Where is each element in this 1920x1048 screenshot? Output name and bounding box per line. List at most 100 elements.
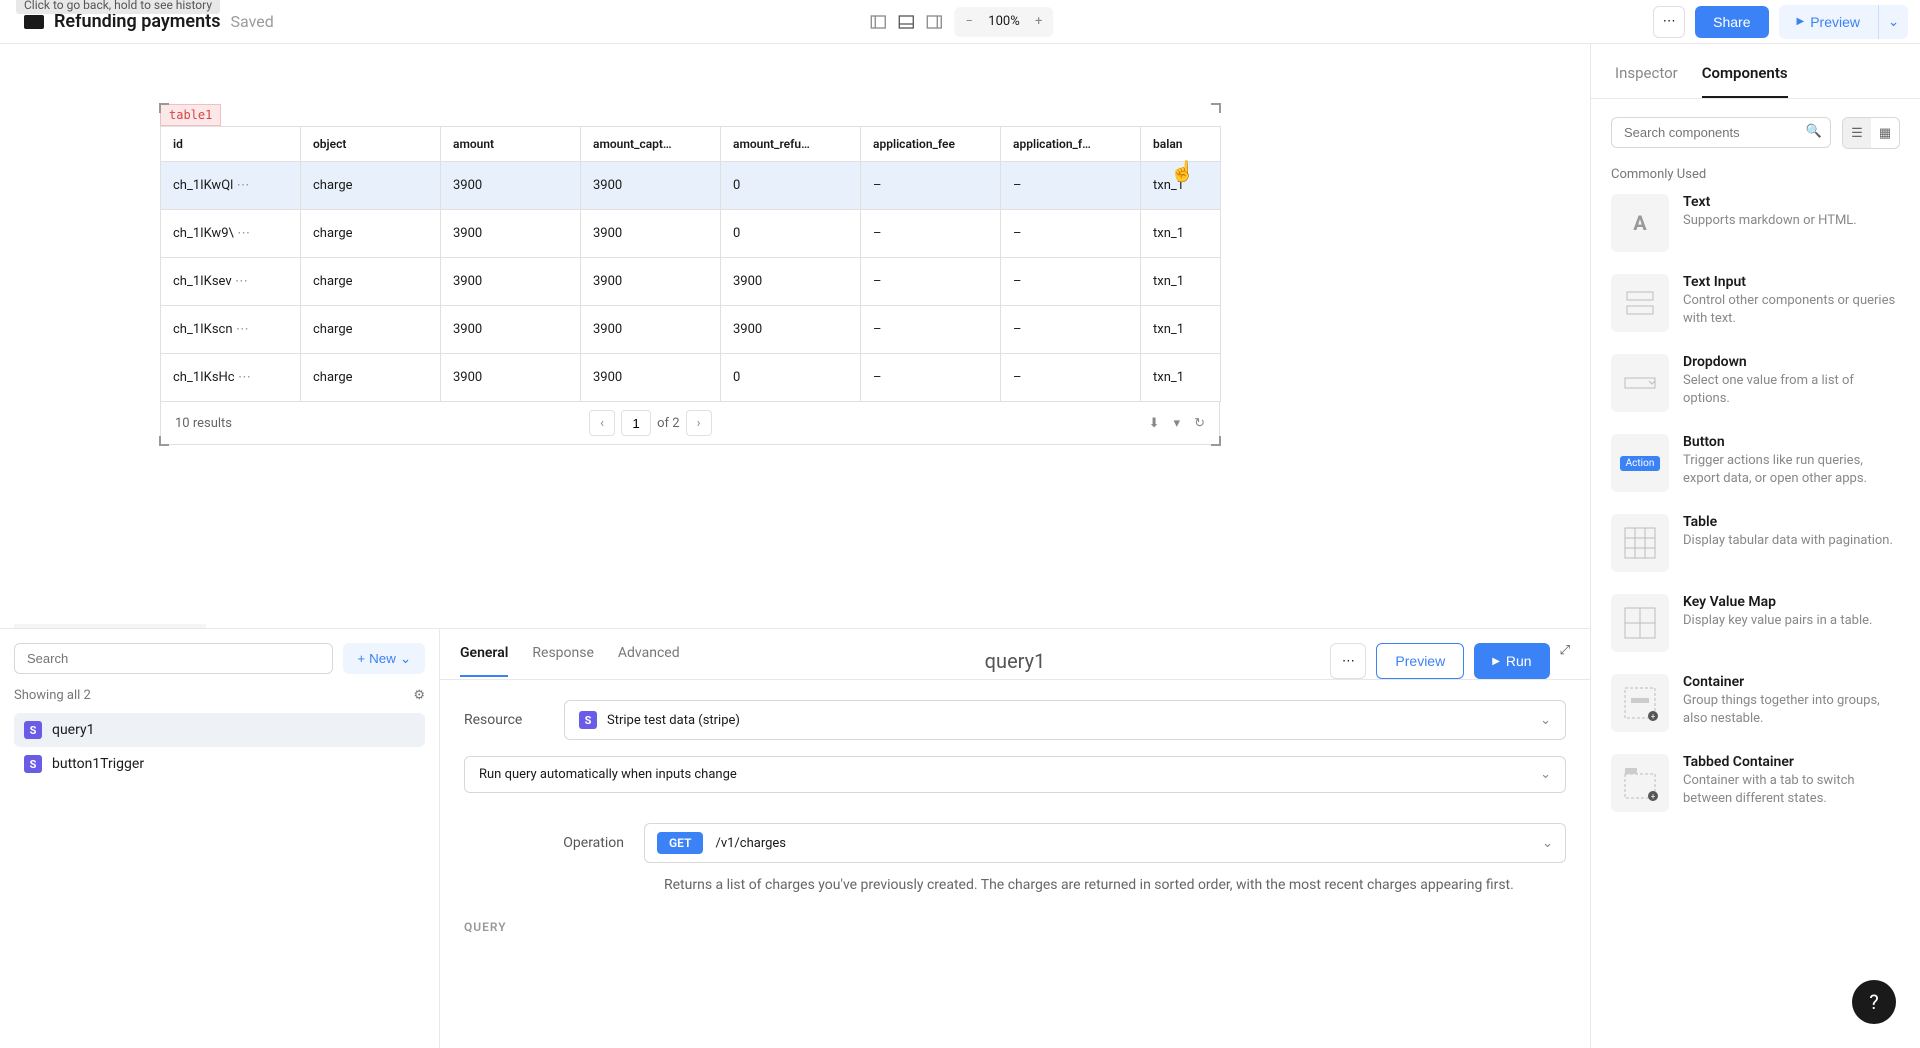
col-application-fee[interactable]: application_fee — [861, 127, 1001, 162]
component-thumb-icon: Action — [1611, 434, 1669, 492]
chevron-down-icon: ⌄ — [1540, 713, 1551, 728]
run-mode-select[interactable]: Run query automatically when inputs chan… — [464, 756, 1566, 793]
page-icon — [24, 15, 44, 29]
cursor-icon: ☝ — [1170, 159, 1195, 183]
component-item[interactable]: ATextSupports markdown or HTML. — [1611, 194, 1900, 252]
svg-text:+: + — [1651, 792, 1656, 801]
status-toast: All queries completed. — [14, 624, 206, 628]
resource-label: Resource — [464, 712, 564, 728]
query-run-button[interactable]: ▶Run — [1474, 643, 1549, 679]
chevron-down-icon: ⌄ — [400, 651, 411, 667]
col-id[interactable]: id — [161, 127, 301, 162]
col-balance[interactable]: balan — [1141, 127, 1221, 162]
query-list-item[interactable]: Sbutton1Trigger — [14, 747, 425, 781]
preview-button[interactable]: ▶Preview — [1779, 5, 1879, 39]
query-more-button[interactable]: ⋯ — [1330, 643, 1366, 679]
component-thumb-icon — [1611, 274, 1669, 332]
stripe-icon: S — [579, 711, 597, 729]
method-badge: GET — [657, 832, 703, 854]
stripe-icon: S — [24, 721, 42, 739]
component-tag[interactable]: table1 — [160, 104, 221, 126]
resize-handle-bl[interactable] — [159, 436, 169, 446]
refresh-icon[interactable]: ↻ — [1194, 416, 1205, 431]
col-application-f[interactable]: application_f… — [1001, 127, 1141, 162]
results-count: 10 results — [175, 416, 232, 431]
stripe-icon: S — [24, 755, 42, 773]
resource-select[interactable]: S Stripe test data (stripe) ⌄ — [564, 700, 1566, 740]
component-item[interactable]: ActionButtonTrigger actions like run que… — [1611, 434, 1900, 492]
operation-label: Operation — [464, 835, 644, 851]
table-component[interactable]: table1 id object amount amount_capt… amo… — [160, 104, 1220, 445]
chevron-down-icon: ⌄ — [1542, 836, 1553, 851]
component-item[interactable]: +ContainerGroup things together into gro… — [1611, 674, 1900, 732]
section-commonly-used: Commonly Used — [1611, 167, 1900, 182]
back-tooltip: Click to go back, hold to see history — [16, 0, 220, 14]
filter-settings-icon[interactable]: ⚙ — [413, 688, 425, 703]
layout-right-panel-icon[interactable] — [922, 10, 946, 34]
tab-components[interactable]: Components — [1702, 64, 1788, 98]
share-button[interactable]: Share — [1695, 6, 1768, 38]
new-query-button[interactable]: + New ⌄ — [343, 643, 425, 674]
component-item[interactable]: +Tabbed ContainerContainer with a tab to… — [1611, 754, 1900, 812]
tab-advanced[interactable]: Advanced — [618, 645, 680, 677]
download-icon[interactable]: ⬇ — [1149, 416, 1160, 431]
resize-handle-br[interactable] — [1211, 436, 1221, 446]
query-section-heading: QUERY — [464, 920, 1566, 934]
component-item[interactable]: Text InputControl other components or qu… — [1611, 274, 1900, 332]
help-button[interactable]: ? — [1852, 980, 1896, 1024]
component-item[interactable]: DropdownSelect one value from a list of … — [1611, 354, 1900, 412]
col-amount-refunded[interactable]: amount_refu… — [721, 127, 861, 162]
table-row[interactable]: ch_1IKwQl ⋯charge390039000––txn_1 — [161, 162, 1221, 210]
layout-left-panel-icon[interactable] — [866, 10, 890, 34]
list-view-button[interactable]: ☰ — [1843, 118, 1871, 148]
component-thumb-icon — [1611, 354, 1669, 412]
resize-handle-tr[interactable] — [1211, 103, 1221, 113]
tab-response[interactable]: Response — [532, 645, 594, 677]
saved-indicator: Saved — [230, 12, 273, 31]
table-row[interactable]: ch_1IKscn ⋯charge390039003900––txn_1 — [161, 306, 1221, 354]
filter-icon[interactable]: ▾ — [1174, 416, 1181, 431]
chevron-down-icon: ⌄ — [1540, 767, 1551, 782]
svg-text:+: + — [1651, 712, 1656, 721]
query-title[interactable]: query1 — [985, 649, 1046, 673]
prev-page-button[interactable]: ‹ — [589, 410, 615, 436]
component-item[interactable]: Key Value MapDisplay key value pairs in … — [1611, 594, 1900, 652]
operation-select[interactable]: GET /v1/charges ⌄ — [644, 823, 1566, 863]
component-thumb-icon — [1611, 514, 1669, 572]
table-row[interactable]: ch_1IKsHc ⋯charge390039000––txn_1 — [161, 354, 1221, 402]
page-input[interactable] — [621, 410, 651, 436]
query-search-input[interactable] — [14, 643, 333, 674]
layout-bottom-panel-icon[interactable] — [894, 10, 918, 34]
zoom-value: 100% — [982, 14, 1025, 29]
search-icon: 🔍 — [1806, 124, 1822, 139]
resize-handle-tl[interactable] — [159, 103, 169, 113]
chevron-down-icon: ⌄ — [1888, 14, 1899, 30]
preview-dropdown-button[interactable]: ⌄ — [1878, 5, 1908, 39]
table-header-row: id object amount amount_capt… amount_ref… — [161, 127, 1221, 162]
component-thumb-icon: A — [1611, 194, 1669, 252]
col-amount-captured[interactable]: amount_capt… — [581, 127, 721, 162]
expand-icon[interactable]: ⤢ — [1560, 643, 1570, 679]
component-thumb-icon — [1611, 594, 1669, 652]
zoom-out-button[interactable]: − — [956, 9, 982, 35]
more-menu-button[interactable]: ⋯ — [1653, 6, 1685, 38]
tab-inspector[interactable]: Inspector — [1615, 64, 1678, 98]
component-item[interactable]: TableDisplay tabular data with paginatio… — [1611, 514, 1900, 572]
page-title: Refunding payments — [54, 11, 220, 32]
table-row[interactable]: ch_1IKsev ⋯charge390039003900––txn_1 — [161, 258, 1221, 306]
col-object[interactable]: object — [301, 127, 441, 162]
query-preview-button[interactable]: Preview — [1376, 643, 1464, 679]
grid-view-button[interactable]: ▦ — [1871, 118, 1899, 148]
query-list-item[interactable]: Squery1 — [14, 713, 425, 747]
table-row[interactable]: ch_1IKw9\ ⋯charge390039000––txn_1 — [161, 210, 1221, 258]
component-thumb-icon: + — [1611, 754, 1669, 812]
col-amount[interactable]: amount — [441, 127, 581, 162]
next-page-button[interactable]: › — [686, 410, 712, 436]
tab-general[interactable]: General — [460, 645, 508, 677]
operation-description: Returns a list of charges you've previou… — [664, 875, 1566, 896]
page-of-label: of 2 — [657, 416, 679, 431]
zoom-in-button[interactable]: + — [1026, 9, 1052, 35]
component-search-input[interactable] — [1611, 117, 1831, 148]
showing-label: Showing all 2 — [14, 688, 91, 703]
component-thumb-icon: + — [1611, 674, 1669, 732]
